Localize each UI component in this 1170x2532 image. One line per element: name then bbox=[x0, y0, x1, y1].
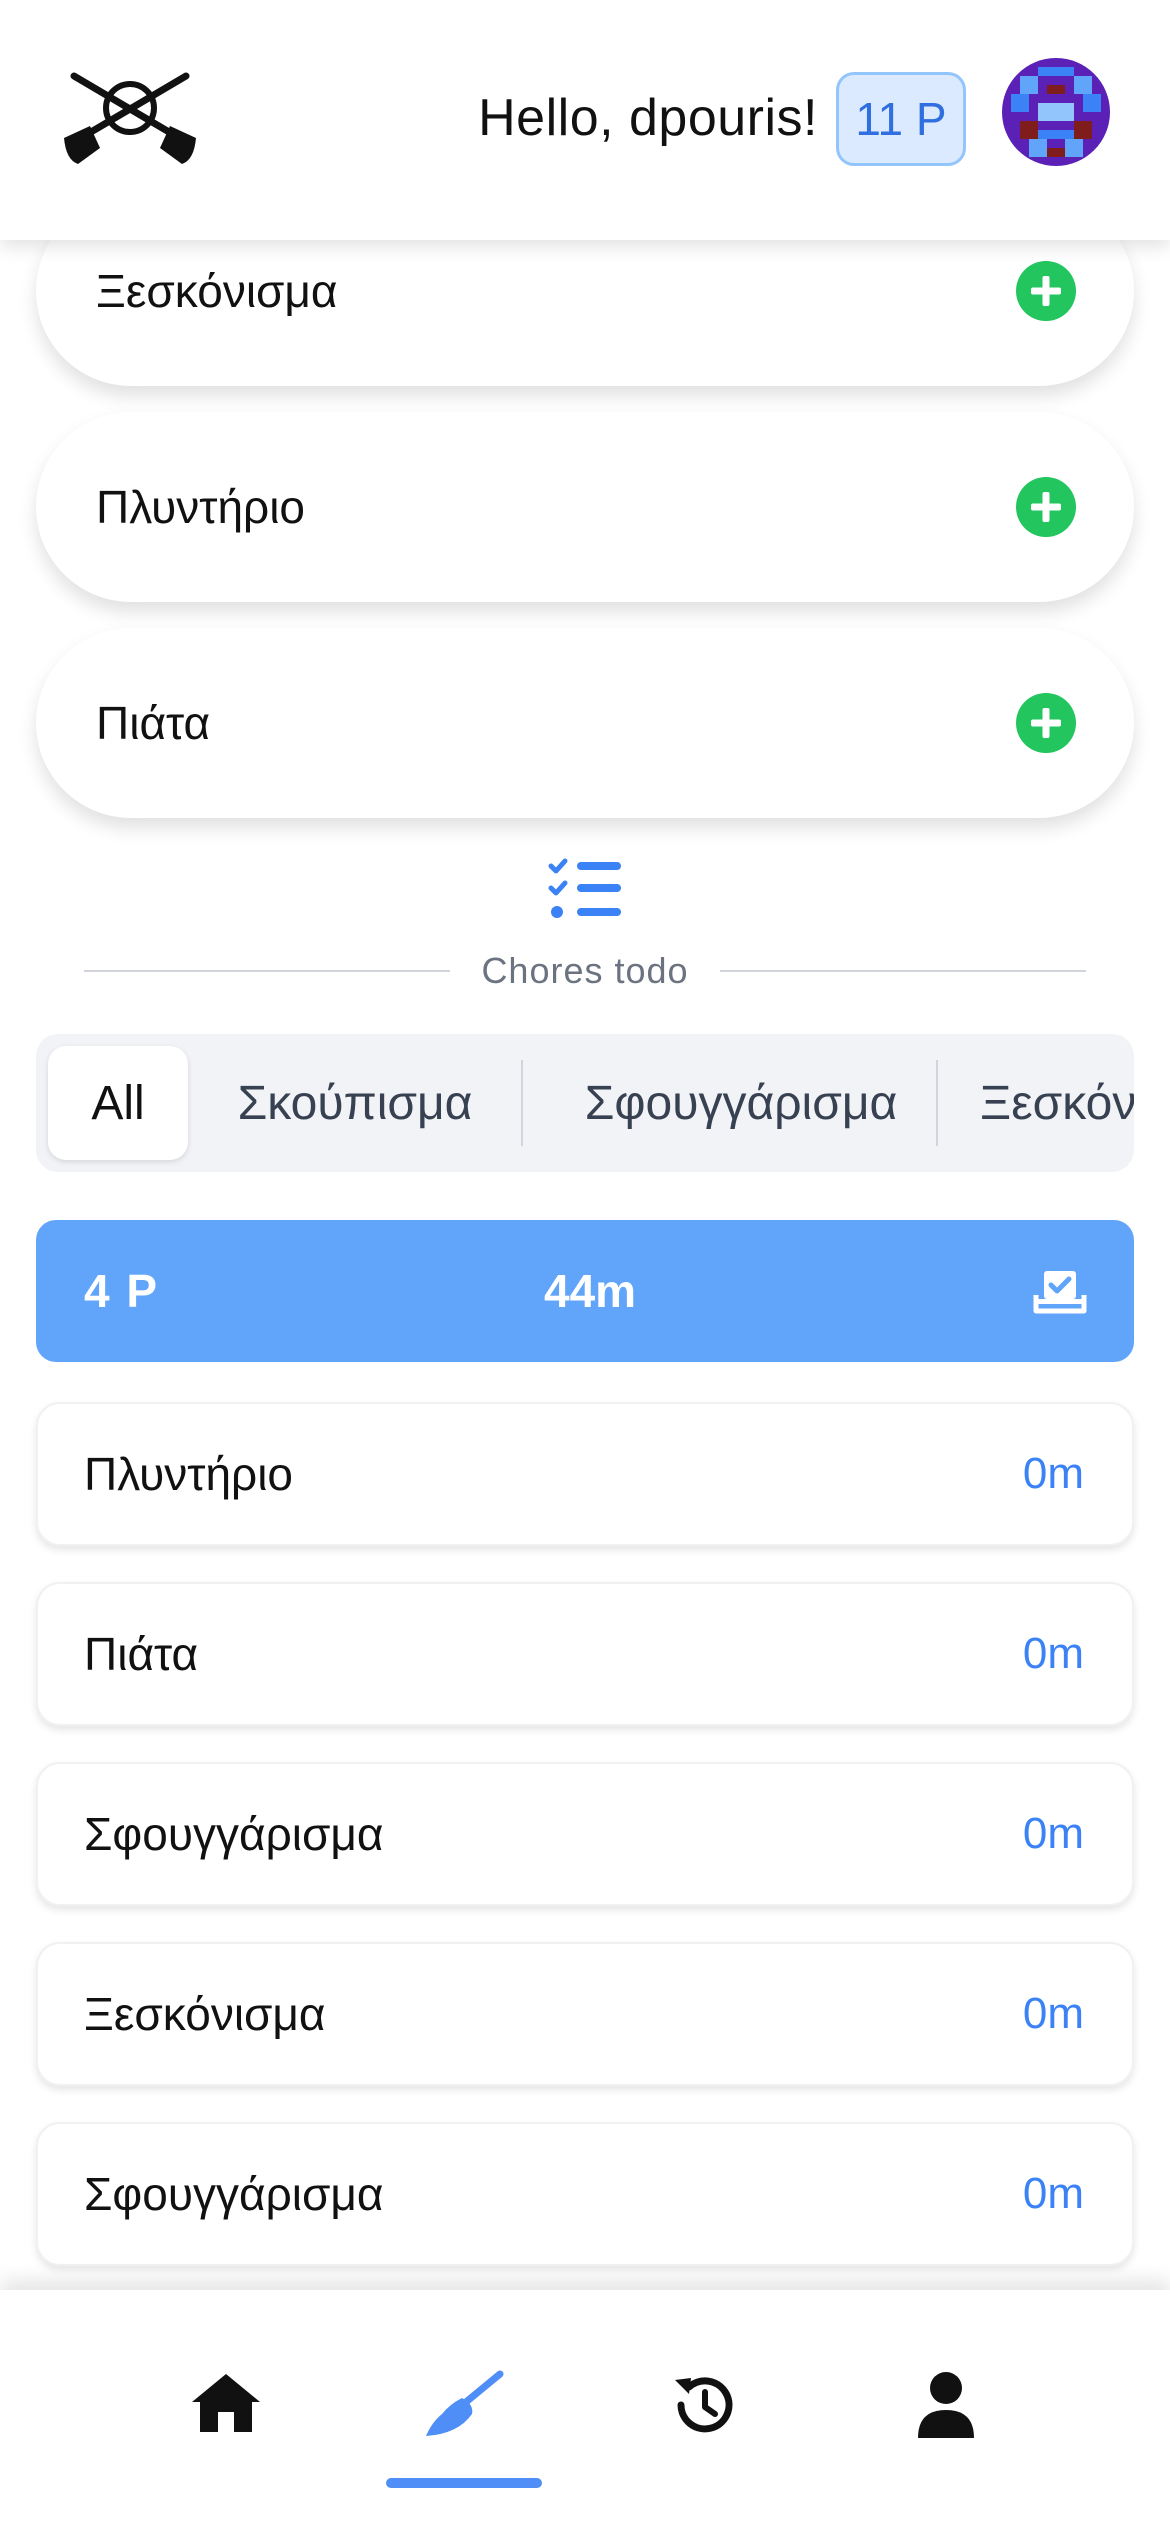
chore-name: Πλυντήριο bbox=[96, 481, 305, 533]
todo-row[interactable]: Σφουγγάρισμα 0m bbox=[36, 1762, 1134, 1906]
todo-row[interactable]: Σφουγγάρισμα 0m bbox=[36, 2122, 1134, 2266]
chore-filter-tabs[interactable]: All Σκούπισμα Σφουγγάρισμα Ξεσκόν bbox=[36, 1034, 1134, 1172]
checklist-icon bbox=[548, 858, 621, 918]
add-chore-button[interactable] bbox=[1016, 261, 1076, 321]
todo-elapsed: 0m bbox=[1022, 1449, 1084, 1498]
add-chore-button[interactable] bbox=[1016, 693, 1076, 753]
active-tab-indicator bbox=[386, 2478, 542, 2488]
tab-separator bbox=[936, 1060, 938, 1146]
nav-home[interactable] bbox=[146, 2370, 306, 2490]
summary-points: 4 P bbox=[84, 1265, 160, 1317]
todo-elapsed: 0m bbox=[1022, 1989, 1084, 2038]
tab-sfoungarisma[interactable]: Σφουγγάρισμα bbox=[536, 1046, 946, 1160]
summary-time: 44m bbox=[544, 1265, 637, 1317]
chore-card[interactable]: Πλυντήριο bbox=[36, 412, 1134, 602]
bottom-nav bbox=[0, 2290, 1170, 2532]
todo-summary-bar: 4 P 44m bbox=[36, 1220, 1134, 1362]
chore-card[interactable]: Πιάτα bbox=[36, 628, 1134, 818]
history-icon bbox=[675, 2377, 733, 2433]
todo-name: Σφουγγάρισμα bbox=[84, 2168, 384, 2220]
todo-elapsed: 0m bbox=[1022, 1629, 1084, 1678]
todo-name: Σφουγγάρισμα bbox=[84, 1808, 384, 1860]
nav-history[interactable] bbox=[624, 2370, 784, 2490]
todo-name: Ξεσκόνισμα bbox=[84, 1988, 326, 2040]
todo-row[interactable]: Ξεσκόνισμα 0m bbox=[36, 1942, 1134, 2086]
points-badge[interactable]: 11 P bbox=[836, 72, 966, 166]
todo-row[interactable]: Πιάτα 0m bbox=[36, 1582, 1134, 1726]
tab-separator bbox=[521, 1060, 523, 1146]
avatar[interactable] bbox=[1002, 58, 1110, 166]
chore-name: Πιάτα bbox=[96, 697, 211, 749]
tab-xeskonisma[interactable]: Ξεσκόν bbox=[980, 1046, 1134, 1160]
complete-all-icon[interactable] bbox=[1032, 1267, 1088, 1315]
todo-name: Πλυντήριο bbox=[84, 1448, 293, 1500]
chore-name: Ξεσκόνισμα bbox=[96, 265, 338, 317]
section-divider: Chores todo bbox=[84, 940, 1086, 1000]
divider-line bbox=[720, 970, 1086, 972]
nav-profile[interactable] bbox=[866, 2370, 1026, 2490]
todo-name: Πιάτα bbox=[84, 1628, 199, 1680]
home-icon bbox=[192, 2374, 260, 2432]
greeting-text: Hello, dpouris! bbox=[478, 89, 818, 147]
todo-elapsed: 0m bbox=[1022, 2169, 1084, 2218]
todo-row[interactable]: Πλυντήριο 0m bbox=[36, 1402, 1134, 1546]
user-icon bbox=[918, 2372, 974, 2438]
nav-chores[interactable] bbox=[384, 2370, 544, 2490]
tab-all[interactable]: All bbox=[48, 1046, 188, 1160]
avatar-pixel-image bbox=[1002, 58, 1110, 166]
add-chore-button[interactable] bbox=[1016, 477, 1076, 537]
tab-skoupisma[interactable]: Σκούπισμα bbox=[200, 1046, 510, 1160]
broom-icon bbox=[426, 2370, 504, 2436]
app-header: Hello, dpouris! 11 P bbox=[0, 0, 1170, 240]
crossed-brooms-logo-icon bbox=[64, 72, 196, 164]
todo-elapsed: 0m bbox=[1022, 1809, 1084, 1858]
